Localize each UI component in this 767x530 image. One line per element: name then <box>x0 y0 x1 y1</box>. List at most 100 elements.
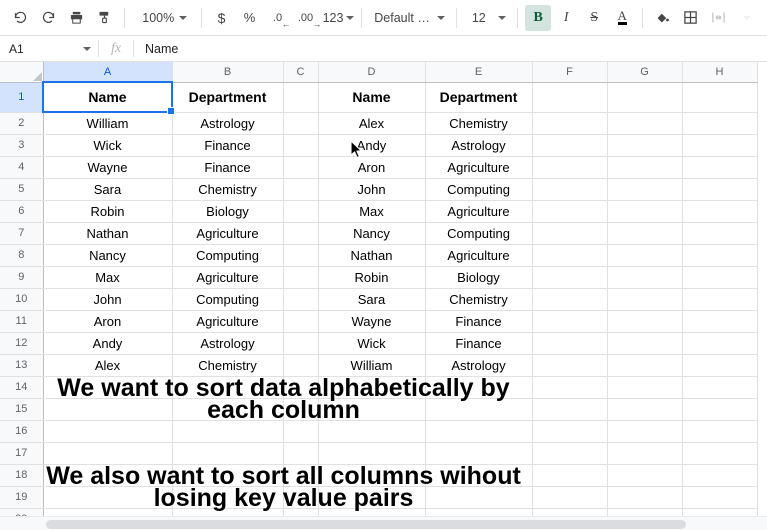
cell-g8[interactable] <box>607 244 683 267</box>
cell-a6[interactable]: Robin <box>43 200 173 223</box>
font-size-selector[interactable]: 12 <box>464 5 511 31</box>
cell-h3[interactable] <box>682 134 758 157</box>
cell-g10[interactable] <box>607 288 683 311</box>
column-header-h[interactable]: H <box>682 62 758 83</box>
cell-c2[interactable] <box>283 112 319 135</box>
row-header-1[interactable]: 1 <box>0 82 44 113</box>
cell-e8[interactable]: Agriculture <box>425 244 533 267</box>
formula-input[interactable]: Name <box>134 36 767 61</box>
cell-c9[interactable] <box>283 266 319 289</box>
cell-e18[interactable] <box>425 464 533 487</box>
cell-d8[interactable]: Nathan <box>318 244 426 267</box>
percent-format-button[interactable]: % <box>237 5 263 31</box>
row-header-9[interactable]: 9 <box>0 266 44 289</box>
cell-f8[interactable] <box>532 244 608 267</box>
cell-e15[interactable] <box>425 398 533 421</box>
cell-d9[interactable]: Robin <box>318 266 426 289</box>
cell-d7[interactable]: Nancy <box>318 222 426 245</box>
cell-c4[interactable] <box>283 156 319 179</box>
cell-h2[interactable] <box>682 112 758 135</box>
cell-a19[interactable]: losing key value pairs <box>43 484 413 512</box>
cell-b16[interactable] <box>172 420 284 443</box>
cell-g1[interactable] <box>607 82 683 113</box>
row-header-2[interactable]: 2 <box>0 112 44 135</box>
column-header-c[interactable]: C <box>283 62 319 83</box>
cell-c8[interactable] <box>283 244 319 267</box>
zoom-selector[interactable]: 100% <box>132 5 194 31</box>
font-family-selector[interactable]: Default (Ari... <box>368 5 449 31</box>
select-all-corner[interactable] <box>0 62 44 83</box>
cell-a2[interactable]: William <box>43 112 173 135</box>
row-header-5[interactable]: 5 <box>0 178 44 201</box>
cell-f6[interactable] <box>532 200 608 223</box>
cell-h16[interactable] <box>682 420 758 443</box>
cell-c12[interactable] <box>283 332 319 355</box>
cell-b6[interactable]: Biology <box>172 200 284 223</box>
cell-b4[interactable]: Finance <box>172 156 284 179</box>
cell-g7[interactable] <box>607 222 683 245</box>
cell-g13[interactable] <box>607 354 683 377</box>
cell-b13[interactable]: Chemistry <box>172 354 284 377</box>
cell-f15[interactable] <box>532 398 608 421</box>
cell-e14[interactable] <box>425 376 533 399</box>
cell-e10[interactable]: Chemistry <box>425 288 533 311</box>
cell-a3[interactable]: Wick <box>43 134 173 157</box>
cell-d2[interactable]: Alex <box>318 112 426 135</box>
cell-a8[interactable]: Nancy <box>43 244 173 267</box>
fill-color-icon[interactable] <box>650 5 676 31</box>
cell-c7[interactable] <box>283 222 319 245</box>
cell-a12[interactable]: Andy <box>43 332 173 355</box>
cell-b9[interactable]: Agriculture <box>172 266 284 289</box>
cell-d18[interactable] <box>318 464 426 487</box>
cell-h1[interactable] <box>682 82 758 113</box>
name-box[interactable]: A1 <box>0 36 98 61</box>
cell-e2[interactable]: Chemistry <box>425 112 533 135</box>
row-header-14[interactable]: 14 <box>0 376 44 399</box>
cell-e1[interactable]: Department <box>425 82 533 113</box>
row-header-3[interactable]: 3 <box>0 134 44 157</box>
cell-a9[interactable]: Max <box>43 266 173 289</box>
cell-g5[interactable] <box>607 178 683 201</box>
cell-e7[interactable]: Computing <box>425 222 533 245</box>
cell-h11[interactable] <box>682 310 758 333</box>
cell-b12[interactable]: Astrology <box>172 332 284 355</box>
row-header-19[interactable]: 19 <box>0 486 44 509</box>
row-header-15[interactable]: 15 <box>0 398 44 421</box>
cell-e4[interactable]: Agriculture <box>425 156 533 179</box>
cell-g2[interactable] <box>607 112 683 135</box>
cell-c10[interactable] <box>283 288 319 311</box>
cell-f13[interactable] <box>532 354 608 377</box>
cell-f12[interactable] <box>532 332 608 355</box>
cell-f2[interactable] <box>532 112 608 135</box>
strikethrough-button[interactable]: S <box>581 5 607 31</box>
cell-d19[interactable] <box>318 486 426 509</box>
decrease-decimal-button[interactable]: .0 ← <box>265 5 291 31</box>
cell-h4[interactable] <box>682 156 758 179</box>
cell-b15[interactable] <box>172 398 284 421</box>
cell-d15[interactable] <box>318 398 426 421</box>
row-header-8[interactable]: 8 <box>0 244 44 267</box>
cell-c15[interactable] <box>283 398 319 421</box>
row-header-6[interactable]: 6 <box>0 200 44 223</box>
cell-d13[interactable]: William <box>318 354 426 377</box>
increase-decimal-button[interactable]: .00 → <box>293 5 322 31</box>
cell-e12[interactable]: Finance <box>425 332 533 355</box>
cell-c6[interactable] <box>283 200 319 223</box>
cell-h9[interactable] <box>682 266 758 289</box>
paint-format-icon[interactable] <box>91 5 117 31</box>
cell-h19[interactable] <box>682 486 758 509</box>
column-header-g[interactable]: G <box>607 62 683 83</box>
cell-a10[interactable]: John <box>43 288 173 311</box>
cell-a16[interactable] <box>43 420 173 443</box>
cell-d12[interactable]: Wick <box>318 332 426 355</box>
cell-d5[interactable]: John <box>318 178 426 201</box>
cell-h10[interactable] <box>682 288 758 311</box>
cell-h15[interactable] <box>682 398 758 421</box>
cell-g4[interactable] <box>607 156 683 179</box>
cell-b7[interactable]: Agriculture <box>172 222 284 245</box>
cell-a11[interactable]: Aron <box>43 310 173 333</box>
cell-h18[interactable] <box>682 464 758 487</box>
row-header-7[interactable]: 7 <box>0 222 44 245</box>
cell-c18[interactable] <box>283 464 319 487</box>
cell-c1[interactable] <box>283 82 319 113</box>
